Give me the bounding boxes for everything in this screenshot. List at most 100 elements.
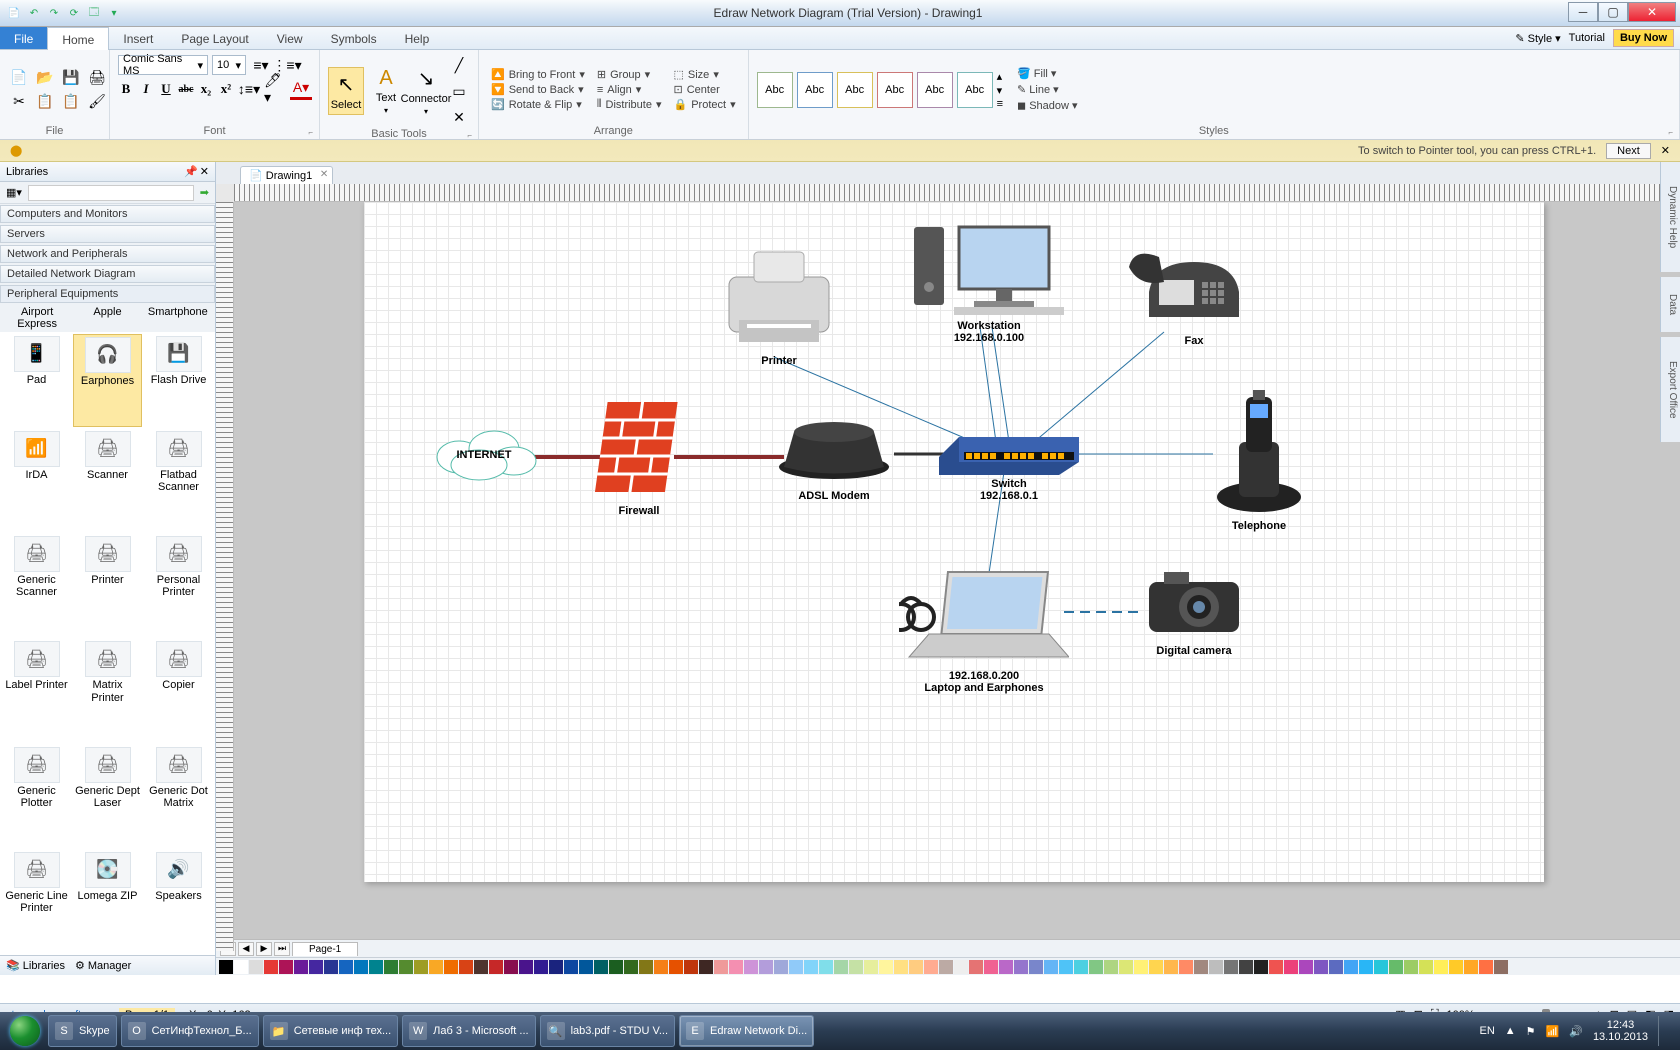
node-fax[interactable]: Fax (1114, 232, 1274, 347)
drawing-page[interactable]: INTERNET Firewall ADSL Modem Switch 192.… (364, 202, 1544, 882)
shape-item[interactable]: 💽Lomega ZIP (73, 850, 142, 953)
color-swatch[interactable] (579, 960, 593, 974)
more-down[interactable]: ▾ (997, 84, 1003, 97)
node-firewall[interactable]: Firewall (584, 392, 694, 517)
color-swatch[interactable] (1404, 960, 1418, 974)
page-last-icon[interactable]: ⏭ (274, 942, 290, 956)
taskbar-item[interactable]: WЛаб 3 - Microsoft ... (402, 1015, 535, 1047)
lib-category[interactable]: Network and Peripherals (0, 245, 215, 263)
fill-dropdown[interactable]: 🪣 Fill ▾ (1017, 67, 1078, 80)
node-switch[interactable]: Switch 192.168.0.1 (934, 427, 1084, 502)
color-swatch[interactable] (774, 960, 788, 974)
style-preset[interactable]: Abc (757, 72, 793, 108)
qat-undo-icon[interactable]: ↶ (26, 5, 42, 21)
shape-item[interactable]: 💾Flash Drive (144, 334, 213, 427)
color-swatch[interactable] (1194, 960, 1208, 974)
color-swatch[interactable] (609, 960, 623, 974)
group-btn[interactable]: ⊞ Group ▾ (593, 68, 666, 81)
style-preset[interactable]: Abc (877, 72, 913, 108)
shape-item[interactable]: 🖨Copier (144, 639, 213, 742)
cut-icon[interactable]: ✂ (8, 91, 30, 113)
color-swatch[interactable] (954, 960, 968, 974)
distribute-btn[interactable]: ⫴ Distribute ▾ (593, 98, 666, 111)
color-swatch[interactable] (684, 960, 698, 974)
color-swatch[interactable] (759, 960, 773, 974)
paste-icon[interactable]: 📋 (60, 91, 82, 113)
center-btn[interactable]: ⊡ Center (670, 83, 740, 96)
tab-page-layout[interactable]: Page Layout (167, 27, 262, 49)
rotate-flip[interactable]: 🔄 Rotate & Flip ▾ (487, 98, 589, 111)
shadow-dropdown[interactable]: ◼ Shadow ▾ (1017, 99, 1078, 112)
color-swatch[interactable] (1254, 960, 1268, 974)
copy-icon[interactable]: 📋 (34, 91, 56, 113)
shape-item[interactable]: 🖨Printer (73, 534, 142, 637)
taskbar-item[interactable]: OСетИнфТехнол_Б... (121, 1015, 259, 1047)
select-tool[interactable]: ↖Select (328, 67, 364, 115)
color-swatch[interactable] (1359, 960, 1373, 974)
lib-pin-icon[interactable]: 📌 (184, 165, 198, 178)
color-swatch[interactable] (519, 960, 533, 974)
color-swatch[interactable] (399, 960, 413, 974)
color-swatch[interactable] (564, 960, 578, 974)
color-swatch[interactable] (1329, 960, 1343, 974)
tutorial-link[interactable]: Tutorial (1569, 32, 1605, 44)
color-swatch[interactable] (249, 960, 263, 974)
color-swatch[interactable] (654, 960, 668, 974)
shape-item[interactable]: 🖨Scanner (73, 429, 142, 532)
color-swatch[interactable] (549, 960, 563, 974)
align-btn[interactable]: ≡ Align ▾ (593, 83, 666, 96)
color-swatch[interactable] (624, 960, 638, 974)
print-icon[interactable]: 🖨 (86, 67, 108, 89)
node-modem[interactable]: ADSL Modem (764, 412, 904, 502)
font-size-select[interactable]: 10▾ (212, 55, 246, 75)
shape-item[interactable]: 🖨Flatbad Scanner (144, 429, 213, 532)
superscript-button[interactable]: x² (218, 81, 234, 97)
color-swatch[interactable] (969, 960, 983, 974)
color-swatch[interactable] (1299, 960, 1313, 974)
lib-category[interactable]: Servers (0, 225, 215, 243)
color-swatch[interactable] (669, 960, 683, 974)
shape-item[interactable]: 🖨Generic Scanner (2, 534, 71, 637)
style-preset[interactable]: Abc (957, 72, 993, 108)
qat-more-icon[interactable]: ▾ (106, 5, 122, 21)
node-telephone[interactable]: Telephone (1194, 382, 1324, 532)
color-swatch[interactable] (1314, 960, 1328, 974)
shape-item[interactable]: 🔊Speakers (144, 850, 213, 953)
manager-tab[interactable]: ⚙ Manager (75, 959, 131, 972)
color-swatch[interactable] (1044, 960, 1058, 974)
color-swatch[interactable] (534, 960, 548, 974)
tab-symbols[interactable]: Symbols (317, 27, 391, 49)
start-button[interactable] (4, 1013, 46, 1049)
buy-now-button[interactable]: Buy Now (1613, 29, 1674, 47)
color-swatch[interactable] (984, 960, 998, 974)
document-tab[interactable]: 📄 Drawing1✕ (240, 166, 333, 184)
color-swatch[interactable] (1134, 960, 1148, 974)
color-swatch[interactable] (504, 960, 518, 974)
show-desktop[interactable] (1658, 1016, 1668, 1046)
style-dropdown[interactable]: ✎ Style ▾ (1515, 32, 1560, 45)
color-swatch[interactable] (459, 960, 473, 974)
shape-item[interactable]: 🖨Generic Line Printer (2, 850, 71, 953)
qat-print-icon[interactable]: 🗔 (86, 5, 102, 21)
color-swatch[interactable] (429, 960, 443, 974)
shape-item[interactable]: 🖨Matrix Printer (73, 639, 142, 742)
color-swatch[interactable] (1149, 960, 1163, 974)
color-swatch[interactable] (369, 960, 383, 974)
font-color-icon[interactable]: A▾ (290, 78, 312, 100)
line-tool-icon[interactable]: ╱ (448, 54, 470, 76)
shape-item[interactable]: 🎧Earphones (73, 334, 142, 427)
tray-action-icon[interactable]: ⚑ (1526, 1025, 1536, 1038)
shape-item[interactable]: 📱Pad (2, 334, 71, 427)
node-printer[interactable]: Printer (704, 242, 854, 367)
side-tab-help[interactable]: Dynamic Help (1660, 162, 1680, 272)
color-swatch[interactable] (804, 960, 818, 974)
lib-category[interactable]: Detailed Network Diagram (0, 265, 215, 283)
size-btn[interactable]: ⬚ Size ▾ (670, 68, 740, 81)
strike-button[interactable]: abc (178, 81, 194, 97)
tray-flag-icon[interactable]: ▲ (1505, 1025, 1516, 1037)
lib-go-icon[interactable]: ➡ (200, 186, 209, 199)
color-swatch[interactable] (1209, 960, 1223, 974)
color-swatch[interactable] (639, 960, 653, 974)
taskbar-item[interactable]: SSkype (48, 1015, 117, 1047)
line-spacing-icon[interactable]: ↕≡▾ (238, 78, 260, 100)
